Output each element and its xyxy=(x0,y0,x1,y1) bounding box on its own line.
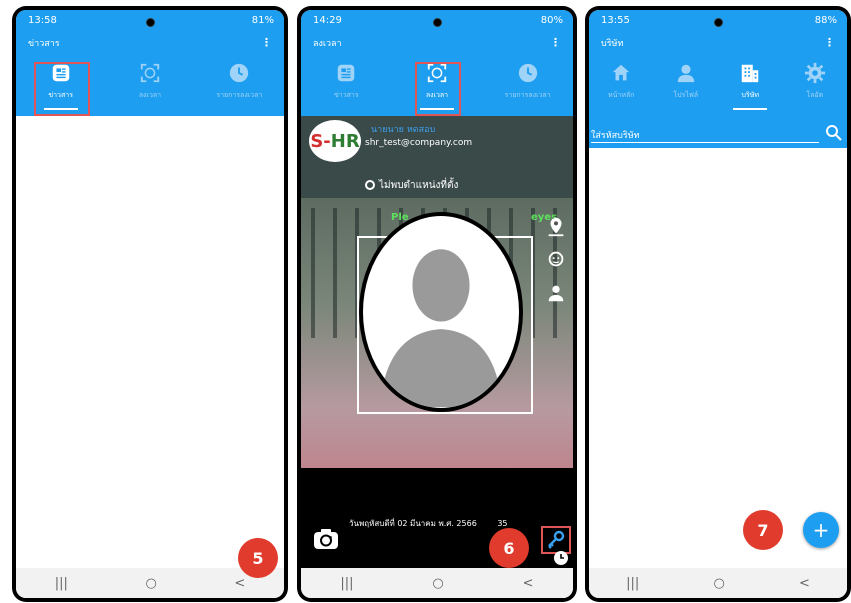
page-title: บริษัท xyxy=(601,39,624,49)
front-camera xyxy=(146,18,155,27)
page-title: ลงเวลา xyxy=(313,39,342,49)
system-nav-bar: ||| ○ < xyxy=(589,568,847,598)
company-code-input[interactable]: ใส่รหัสบริษัท xyxy=(591,128,640,142)
recent-apps-button[interactable]: ||| xyxy=(55,576,68,591)
phone-company-screen: 13:55 88% บริษัท ⋮ หน้าหลัก โปรไฟล์ บริษ… xyxy=(585,6,851,602)
battery-level: 81% xyxy=(251,15,274,26)
highlight-box xyxy=(415,62,461,116)
tab-label: รายการลงเวลา xyxy=(504,91,551,99)
clock-icon xyxy=(518,63,537,83)
switch-camera-icon[interactable] xyxy=(313,528,339,550)
person-icon[interactable] xyxy=(545,282,567,304)
company-logo: S- HR xyxy=(309,120,361,162)
company-search-bar: ใส่รหัสบริษัท xyxy=(589,116,847,148)
home-button[interactable]: ○ xyxy=(145,576,156,591)
front-camera xyxy=(714,18,723,27)
battery-level: 80% xyxy=(540,15,563,26)
front-camera xyxy=(433,18,442,27)
status-time: 13:58 xyxy=(28,15,57,26)
status-time: 14:29 xyxy=(313,15,342,26)
home-button[interactable]: ○ xyxy=(432,576,443,591)
tab-history[interactable]: รายการลงเวลา xyxy=(208,58,270,112)
search-icon[interactable] xyxy=(825,124,843,142)
highlight-box xyxy=(34,62,90,116)
home-icon xyxy=(613,64,630,81)
add-company-button[interactable]: + xyxy=(803,512,839,548)
app-bar: ลงเวลา ⋮ xyxy=(301,32,573,52)
system-nav-bar: ||| ○ < xyxy=(301,568,573,598)
back-button[interactable]: < xyxy=(234,576,245,591)
overflow-menu-icon[interactable]: ⋮ xyxy=(261,36,272,49)
user-email: shr_test@company.com xyxy=(365,138,473,148)
tab-history[interactable]: รายการลงเวลา xyxy=(497,58,559,112)
tab-settings[interactable]: โลอัต xyxy=(784,58,846,112)
status-time: 13:55 xyxy=(601,15,630,26)
app-bar: ข่าวสาร ⋮ xyxy=(16,32,284,52)
user-info-panel: S- HR นายนาย หดสอบ shr_test@company.com ไ… xyxy=(301,116,573,198)
step-badge: 6 xyxy=(489,528,529,568)
profile-icon xyxy=(677,64,694,83)
recent-apps-button[interactable]: ||| xyxy=(340,576,353,591)
news-icon xyxy=(338,64,355,82)
screen: 14:29 80% ลงเวลา ⋮ ข่าวสาร ลงเวลา รายการ… xyxy=(301,10,573,598)
tab-label: หน้าหลัก xyxy=(608,91,635,99)
tab-label: โปรไฟล์ xyxy=(673,91,699,99)
key-icon[interactable] xyxy=(543,528,569,552)
tab-news[interactable]: ข่าวสาร xyxy=(315,58,377,112)
step-badge: 5 xyxy=(238,538,278,578)
tab-bar: หน้าหลัก โปรไฟล์ บริษัท โลอัต xyxy=(589,52,847,116)
screen: 13:55 88% บริษัท ⋮ หน้าหลัก โปรไฟล์ บริษ… xyxy=(589,10,847,598)
screen: 13:58 81% ข่าวสาร ⋮ ข่าวสาร ลงเวลา รายกา… xyxy=(16,10,284,598)
home-button[interactable]: ○ xyxy=(713,576,724,591)
location-pin-icon[interactable] xyxy=(545,216,567,238)
tab-label: โลอัต xyxy=(806,91,824,99)
camera-controls: วันพฤหัสบดีที่ 02 มีนาคม พ.ศ. 2566 35 xyxy=(301,468,573,568)
back-button[interactable]: < xyxy=(799,576,810,591)
tab-profile[interactable]: โปรไฟล์ xyxy=(655,58,717,112)
gear-icon xyxy=(804,62,825,84)
company-icon xyxy=(742,64,759,83)
tab-label: ลงเวลา xyxy=(138,91,162,99)
recent-apps-button[interactable]: ||| xyxy=(626,576,639,591)
silhouette-icon xyxy=(380,249,502,408)
overflow-menu-icon[interactable]: ⋮ xyxy=(550,36,561,49)
tab-checkin[interactable]: ลงเวลา xyxy=(119,58,181,112)
overflow-menu-icon[interactable]: ⋮ xyxy=(824,36,835,49)
face-id-icon[interactable] xyxy=(545,248,567,270)
back-button[interactable]: < xyxy=(523,576,534,591)
tab-home[interactable]: หน้าหลัก xyxy=(590,58,652,112)
page-title: ข่าวสาร xyxy=(28,39,60,49)
face-scan-icon xyxy=(140,63,160,83)
battery-level: 88% xyxy=(814,15,837,26)
user-name: นายนาย หดสอบ xyxy=(371,125,436,135)
input-underline xyxy=(591,142,819,143)
tab-label: ข่าวสาร xyxy=(334,91,359,99)
step-badge: 7 xyxy=(743,510,783,550)
face-placeholder xyxy=(359,212,523,412)
tab-company[interactable]: บริษัท xyxy=(719,58,781,112)
current-datetime: วันพฤหัสบดีที่ 02 มีนาคม พ.ศ. 2566 35 xyxy=(349,519,508,528)
phone-news-screen: 13:58 81% ข่าวสาร ⋮ ข่าวสาร ลงเวลา รายกา… xyxy=(12,6,288,602)
clock-small-icon[interactable] xyxy=(553,550,569,566)
location-status: ไม่พบตำแหน่งที่ตั้ง xyxy=(365,178,458,193)
tab-label: บริษัท xyxy=(741,91,759,99)
tab-label: รายการลงเวลา xyxy=(216,91,263,99)
app-bar: บริษัท ⋮ xyxy=(589,32,847,52)
location-loading-icon xyxy=(365,180,375,190)
camera-view: S- HR นายนาย หดสอบ shr_test@company.com ไ… xyxy=(301,116,573,568)
phone-checkin-screen: 14:29 80% ลงเวลา ⋮ ข่าวสาร ลงเวลา รายการ… xyxy=(297,6,577,602)
clock-icon xyxy=(230,63,249,83)
